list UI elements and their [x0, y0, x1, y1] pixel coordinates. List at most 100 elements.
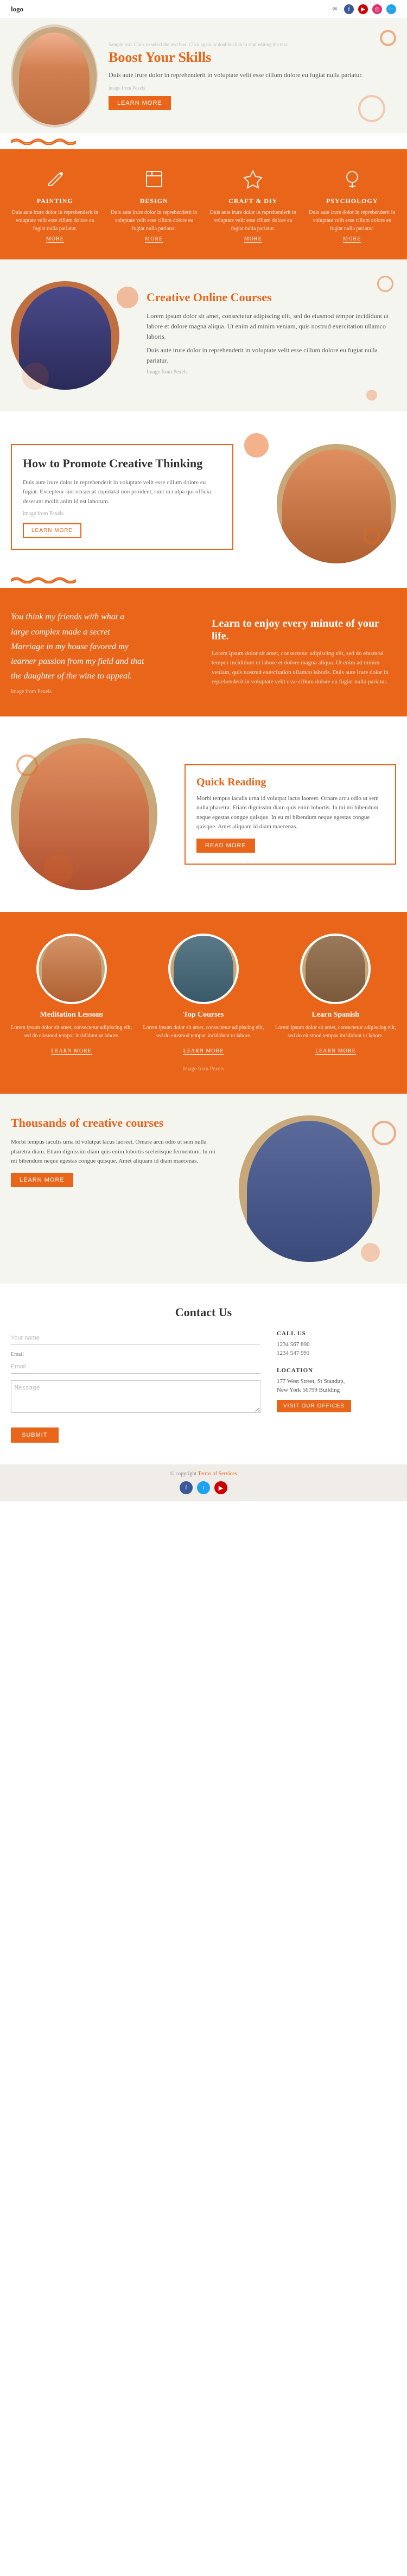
course-spanish-title: Learn Spanish [275, 1011, 396, 1019]
navigation: logo ✉ f ▶ ◎ 🐦 [0, 0, 407, 19]
quick-reading-content: Quick Reading Morbi tempus iaculis urna … [185, 764, 396, 865]
skill-craft-text: Duis aute irure dolor in reprehenderit i… [209, 208, 297, 233]
course-meditation-title: Meditation Lessons [11, 1011, 132, 1019]
hero-section: Sample text. Click to select the text bo… [0, 19, 407, 133]
hero-sample-text: Sample text. Click to select the text bo… [109, 42, 396, 47]
three-courses-section: Meditation Lessons Lorem ipsum dolor sit… [0, 912, 407, 1094]
thousands-learn-more-button[interactable]: LEARN MORE [11, 1173, 73, 1187]
skills-grid: PAINTING Duis aute irure dolor in repreh… [11, 166, 396, 243]
skill-painting: PAINTING Duis aute irure dolor in repreh… [11, 166, 99, 243]
phone2: 1234 547 991 [277, 1350, 396, 1356]
hero-title: Boost Your Skills [109, 49, 396, 66]
promote-learn-more-button[interactable]: LEARN MORE [23, 523, 81, 538]
creative-online-title: Creative Online Courses [147, 290, 396, 304]
quick-deco-circle2 [43, 855, 73, 885]
nav-instagram-icon[interactable]: ◎ [372, 4, 382, 14]
nav-twitter-icon[interactable]: 🐦 [386, 4, 396, 14]
enjoy-section: You think my friends with what a large c… [0, 588, 407, 716]
enjoy-title: Learn to enjoy every minute of your life… [212, 618, 396, 643]
creative-right-deco2 [366, 390, 377, 401]
skill-design-title: DESIGN [110, 197, 199, 205]
enjoy-quote: You think my friends with what a large c… [11, 610, 195, 683]
phone1: 1234 567 890 [277, 1341, 396, 1348]
creative-right-deco [377, 276, 393, 292]
address1: 177 West Street, St Standup, [277, 1378, 396, 1385]
address2: New York 56799 Building [277, 1387, 396, 1393]
course-spanish-text: Lorem ipsum dolor sit amet, consectetur … [275, 1024, 396, 1040]
courses-grid: Meditation Lessons Lorem ipsum dolor sit… [11, 934, 396, 1055]
skill-craft-title: CRAFT & DIY [209, 197, 297, 205]
contact-inner: Email SUBMIT CALL US 1234 567 890 1234 5… [11, 1330, 396, 1443]
skill-design: DESIGN Duis aute irure dolor in reprehen… [110, 166, 199, 243]
promote-image-area [244, 433, 396, 550]
hero-image [11, 24, 98, 128]
craft-icon [239, 166, 266, 193]
terms-link[interactable]: Terms of Services [198, 1471, 237, 1477]
nav-social-icons: ✉ f ▶ ◎ 🐦 [330, 4, 396, 14]
skills-section: PAINTING Duis aute irure dolor in repreh… [0, 149, 407, 259]
skill-psychology-title: PSYCHOLOGY [308, 197, 397, 205]
course-meditation: Meditation Lessons Lorem ipsum dolor sit… [11, 934, 132, 1055]
course-top-image [168, 934, 239, 1004]
nav-youtube-icon[interactable]: ▶ [358, 4, 368, 14]
quick-box: Quick Reading Morbi tempus iaculis urna … [185, 764, 396, 865]
name-input[interactable] [11, 1330, 260, 1345]
courses-image-credit: Image from Pexels [11, 1066, 396, 1072]
promote-box: How to Promote Creative Thinking Duis au… [11, 444, 233, 550]
nav-facebook-icon[interactable]: f [344, 4, 354, 14]
hero-image-credit: image from Pexels [109, 85, 396, 91]
course-spanish-link[interactable]: LEARN MORE [315, 1048, 356, 1055]
footer: © copyright Terms of Services f t ▶ [0, 1464, 407, 1501]
footer-twitter-icon[interactable]: t [197, 1481, 210, 1494]
quick-read-more-button[interactable]: READ MORE [196, 839, 255, 853]
course-meditation-link[interactable]: LEARN MORE [51, 1048, 92, 1055]
hero-content: Sample text. Click to select the text bo… [109, 42, 396, 110]
skill-design-link[interactable]: MORE [145, 236, 163, 243]
thousands-title: Thousands of creative courses [11, 1115, 222, 1131]
copyright-text: © copyright [170, 1471, 196, 1477]
promote-title: How to Promote Creative Thinking [23, 456, 221, 472]
submit-button[interactable]: SUBMIT [11, 1427, 59, 1443]
creative-online-image [11, 281, 130, 390]
enjoy-image-credit: image from Pexels [11, 689, 195, 695]
course-top-link[interactable]: LEARN MORE [183, 1048, 224, 1055]
thousands-deco-circle2 [361, 1243, 380, 1262]
thousands-image-area [239, 1115, 396, 1262]
hero-deco-circle2 [358, 95, 385, 122]
message-form-group [11, 1380, 260, 1416]
nav-email-icon[interactable]: ✉ [330, 4, 340, 14]
wave-svg-1 [11, 137, 76, 145]
creative-online-text1: Lorem ipsum dolor sit amet, consectetur … [147, 311, 396, 342]
skill-psychology-link[interactable]: MORE [343, 236, 361, 243]
creative-online-text2: Duis aute irure dolor in reprehenderit i… [147, 345, 396, 366]
footer-copyright: © copyright Terms of Services [11, 1471, 396, 1477]
quick-title: Quick Reading [196, 776, 384, 789]
course-top: Top Courses Lorem ipsum dolor sit amet, … [143, 934, 264, 1055]
email-form-group: Email [11, 1352, 260, 1374]
skill-craft: CRAFT & DIY Duis aute irure dolor in rep… [209, 166, 297, 243]
location-title: LOCATION [277, 1367, 396, 1374]
skill-painting-link[interactable]: MORE [46, 236, 64, 243]
thousands-section: Thousands of creative courses Morbi temp… [0, 1094, 407, 1284]
footer-facebook-icon[interactable]: f [180, 1481, 193, 1494]
skill-craft-link[interactable]: MORE [244, 236, 262, 243]
contact-form: Email SUBMIT [11, 1330, 260, 1443]
visit-offices-button[interactable]: VISIT OUR OFFICES [277, 1400, 351, 1412]
quick-section: Quick Reading Morbi tempus iaculis urna … [0, 716, 407, 912]
email-label: Email [11, 1352, 260, 1357]
hero-learn-more-button[interactable]: LEARN MORE [109, 96, 171, 110]
promote-deco-circle1 [244, 433, 269, 458]
contact-title: Contact Us [11, 1305, 396, 1319]
call-us-title: CALL US [277, 1330, 396, 1337]
wave-divider-1 [0, 133, 407, 149]
quick-text: Morbi tempus iaculis urna id volutpat la… [196, 794, 384, 832]
email-input[interactable] [11, 1359, 260, 1374]
name-form-group [11, 1330, 260, 1345]
painting-icon [41, 166, 68, 193]
footer-youtube-icon[interactable]: ▶ [214, 1481, 227, 1494]
psychology-icon [339, 166, 366, 193]
message-input[interactable] [11, 1380, 260, 1413]
skill-psychology-text: Duis aute irure dolor in reprehenderit i… [308, 208, 397, 233]
hero-description: Duis aute irure dolor in reprehenderit i… [109, 70, 396, 80]
enjoy-quote-area: You think my friends with what a large c… [11, 610, 195, 695]
